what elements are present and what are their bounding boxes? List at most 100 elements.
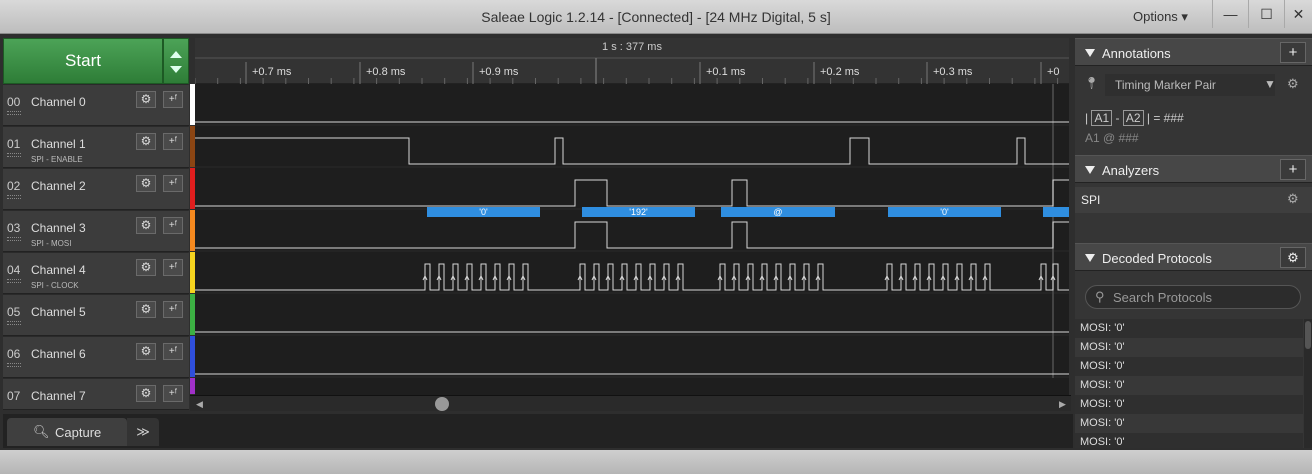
trigger-icon[interactable]: +ᶠ xyxy=(163,385,183,402)
channel-4-trace xyxy=(195,263,1069,291)
channel-row[interactable]: 06 Channel 6 ⚙ +ᶠ xyxy=(3,337,189,378)
channel-settings-gear-icon[interactable]: ⚙ xyxy=(136,301,156,318)
channel-number: 01 xyxy=(7,137,21,151)
drag-grip-icon[interactable] xyxy=(7,363,21,367)
window-title: Saleae Logic 1.2.14 - [Connected] - [24 … xyxy=(481,9,831,25)
expand-tabs-button[interactable]: ≫ xyxy=(127,418,159,446)
time-ruler[interactable]: 1 s : 377 ms +0.7 ms +0.8 ms +0.9 ms +0.1 m… xyxy=(195,38,1069,84)
ruler-tick-label: +0.3 ms xyxy=(933,66,973,78)
list-item[interactable]: MOSI: '0' xyxy=(1075,357,1303,376)
search-protocols-input[interactable]: ⚲ Search Protocols xyxy=(1085,285,1301,309)
results-scrollbar[interactable] xyxy=(1304,319,1312,448)
channel-row[interactable]: 05 Channel 5 ⚙ +ᶠ xyxy=(3,295,189,336)
channel-row[interactable]: 04 Channel 4 SPI - CLOCK ⚙ +ᶠ xyxy=(3,253,189,294)
scroll-left-icon[interactable]: ◀ xyxy=(196,399,203,410)
list-item[interactable]: MOSI: '0' xyxy=(1075,433,1303,448)
decoded-protocols-gear-icon[interactable]: ⚙ xyxy=(1280,247,1306,268)
close-button[interactable]: ✕ xyxy=(1284,0,1312,28)
channel-settings-gear-icon[interactable]: ⚙ xyxy=(136,175,156,192)
right-panel: Annotations + 📍︎ Timing Marker Pair ▼ ⚙ … xyxy=(1075,38,1312,448)
capture-tab[interactable]: 🔍︎ Capture xyxy=(7,418,127,446)
channel-row[interactable]: 03 Channel 3 SPI - MOSI ⚙ +ᶠ xyxy=(3,211,189,252)
list-item[interactable]: MOSI: '0' xyxy=(1075,376,1303,395)
marker-dropdown-icon[interactable]: ▼ xyxy=(1264,77,1276,91)
analyzer-item-spi[interactable]: SPI ⚙ xyxy=(1075,187,1312,213)
add-analyzer-button[interactable]: + xyxy=(1280,159,1306,180)
channel-settings-gear-icon[interactable]: ⚙ xyxy=(136,385,156,402)
trigger-icon[interactable]: +ᶠ xyxy=(163,91,183,108)
timing-marker-pair[interactable]: Timing Marker Pair xyxy=(1105,74,1275,96)
drag-grip-icon[interactable] xyxy=(7,195,21,199)
trigger-icon[interactable]: +ᶠ xyxy=(163,217,183,234)
status-bar xyxy=(0,450,1312,474)
search-icon: ⚲ xyxy=(1095,289,1105,304)
channel-number: 02 xyxy=(7,179,21,193)
channel-settings-gear-icon[interactable]: ⚙ xyxy=(136,259,156,276)
minimize-button[interactable]: — xyxy=(1212,0,1248,28)
channel-analyzer-label: SPI - ENABLE xyxy=(31,155,83,164)
channel-name[interactable]: Channel 5 xyxy=(31,305,86,319)
annotation-a1-value: A1 @ ### xyxy=(1085,131,1139,145)
timing-marker-pair-label: Timing Marker Pair xyxy=(1115,78,1216,92)
channel-row[interactable]: 02 Channel 2 ⚙ +ᶠ xyxy=(3,169,189,210)
list-item[interactable]: MOSI: '0' xyxy=(1075,414,1303,433)
scroll-right-icon[interactable]: ▶ xyxy=(1059,399,1066,410)
trigger-icon[interactable]: +ᶠ xyxy=(163,175,183,192)
annotation-value: | = ### xyxy=(1146,111,1184,125)
list-item[interactable]: MOSI: '0' xyxy=(1075,338,1303,357)
collapse-triangle-icon[interactable] xyxy=(1085,166,1095,174)
channel-number: 07 xyxy=(7,389,21,403)
analyzer-gear-icon[interactable]: ⚙ xyxy=(1287,191,1299,207)
channel-name[interactable]: Channel 6 xyxy=(31,347,86,361)
trigger-icon[interactable]: +ᶠ xyxy=(163,343,183,360)
channel-name[interactable]: Channel 0 xyxy=(31,95,86,109)
marker-a2[interactable]: A2 xyxy=(1122,110,1144,126)
results-scroll-thumb[interactable] xyxy=(1305,321,1311,349)
channel-settings-gear-icon[interactable]: ⚙ xyxy=(136,217,156,234)
scroll-thumb[interactable] xyxy=(435,397,449,411)
drag-grip-icon[interactable] xyxy=(7,321,21,325)
channel-name[interactable]: Channel 1 xyxy=(31,137,86,151)
trigger-icon[interactable]: +ᶠ xyxy=(163,133,183,150)
ruler-tick-label: +0.8 ms xyxy=(366,66,406,78)
ruler-tick-label: +0.2 ms xyxy=(820,66,860,78)
channel-name[interactable]: Channel 2 xyxy=(31,179,86,193)
decoded-protocols-header[interactable]: Decoded Protocols ⚙ xyxy=(1075,243,1312,271)
maximize-button[interactable]: ☐ xyxy=(1248,0,1284,28)
collapse-triangle-icon[interactable] xyxy=(1085,254,1095,262)
analyzer-name: SPI xyxy=(1081,193,1101,207)
channel-row[interactable]: 07 Channel 7 ⚙ +ᶠ xyxy=(3,379,189,410)
channel-row[interactable]: 01 Channel 1 SPI - ENABLE ⚙ +ᶠ xyxy=(3,127,189,168)
channel-number: 03 xyxy=(7,221,21,235)
trigger-icon[interactable]: +ᶠ xyxy=(163,259,183,276)
arrow-up-icon xyxy=(170,51,182,58)
start-button[interactable]: Start xyxy=(3,38,163,84)
marker-a1[interactable]: A1 xyxy=(1091,110,1113,126)
drag-grip-icon[interactable] xyxy=(7,111,21,115)
marker-gear-icon[interactable]: ⚙ xyxy=(1287,76,1299,92)
collapse-triangle-icon[interactable] xyxy=(1085,49,1095,57)
drag-grip-icon[interactable] xyxy=(7,237,21,241)
trigger-icon[interactable]: +ᶠ xyxy=(163,301,183,318)
list-item[interactable]: MOSI: '0' xyxy=(1075,319,1303,338)
add-annotation-button[interactable]: + xyxy=(1280,42,1306,63)
channel-number: 05 xyxy=(7,305,21,319)
options-menu[interactable]: Options ▾ xyxy=(1133,9,1188,25)
annotations-header[interactable]: Annotations + xyxy=(1075,38,1312,66)
start-options-button[interactable] xyxy=(163,38,189,84)
channel-number: 04 xyxy=(7,263,21,277)
waveform-view[interactable]: '0' '192' @ '0' xyxy=(195,38,1069,396)
horizontal-scrollbar[interactable]: ◀ ▶ xyxy=(190,395,1071,411)
drag-grip-icon[interactable] xyxy=(7,279,21,283)
channel-settings-gear-icon[interactable]: ⚙ xyxy=(136,133,156,150)
analyzers-header[interactable]: Analyzers + xyxy=(1075,155,1312,183)
channel-name[interactable]: Channel 7 xyxy=(31,389,86,403)
channel-settings-gear-icon[interactable]: ⚙ xyxy=(136,91,156,108)
drag-grip-icon[interactable] xyxy=(7,153,21,157)
channel-row[interactable]: 00 Channel 0 ⚙ +ᶠ xyxy=(3,85,189,126)
channel-name[interactable]: Channel 3 xyxy=(31,221,86,235)
analyzers-title: Analyzers xyxy=(1102,163,1160,178)
list-item[interactable]: MOSI: '0' xyxy=(1075,395,1303,414)
channel-name[interactable]: Channel 4 xyxy=(31,263,86,277)
channel-settings-gear-icon[interactable]: ⚙ xyxy=(136,343,156,360)
